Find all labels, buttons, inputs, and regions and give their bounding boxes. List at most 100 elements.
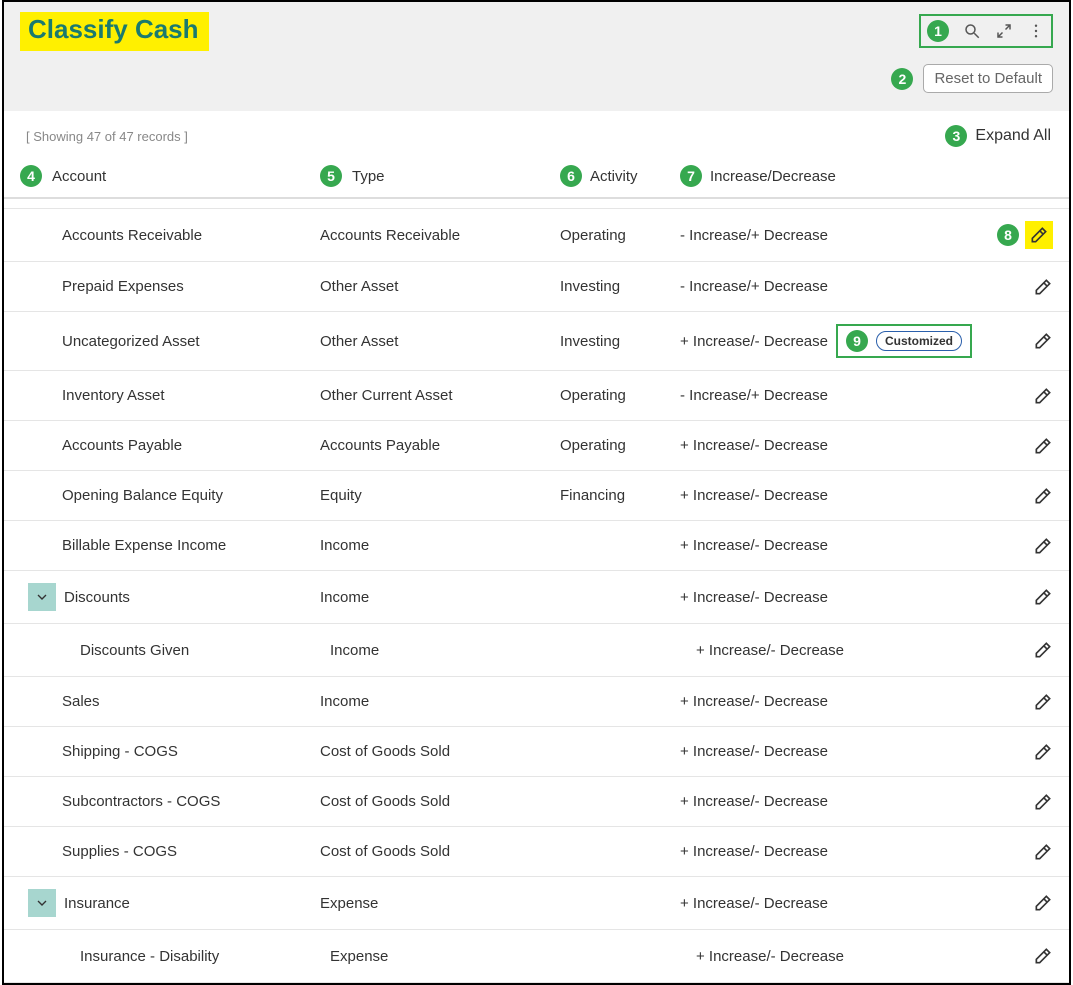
- header-bar: Classify Cash 1 2 Reset to Default: [4, 2, 1069, 111]
- account-name: Accounts Receivable: [20, 227, 202, 244]
- account-name: Discounts Given: [20, 642, 189, 659]
- expand-all-control[interactable]: 3 Expand All: [945, 125, 1051, 147]
- more-menu-icon[interactable]: [1027, 22, 1045, 40]
- edit-icon[interactable]: [1033, 842, 1053, 862]
- activity-cell: Operating: [560, 437, 680, 454]
- edit-icon[interactable]: [1033, 536, 1053, 556]
- table-row: Sales Income + Increase/- Decrease: [4, 677, 1069, 727]
- account-name: Supplies - COGS: [20, 843, 177, 860]
- edit-icon[interactable]: [1033, 486, 1053, 506]
- account-name: Insurance - Disability: [20, 948, 219, 965]
- incdec-cell: + Increase/- Decrease: [680, 895, 828, 912]
- column-activity[interactable]: Activity: [590, 168, 638, 185]
- edit-icon[interactable]: [1033, 277, 1053, 297]
- type-cell: Accounts Receivable: [320, 227, 560, 244]
- incdec-cell: + Increase/- Decrease: [680, 693, 828, 710]
- callout-1: 1: [927, 20, 949, 42]
- column-header-row: 4 Account 5 Type 6 Activity 7 Increase/D…: [4, 155, 1069, 199]
- activity-cell: Operating: [560, 387, 680, 404]
- toolbar-callout-frame: 1: [919, 14, 1053, 48]
- chevron-down-icon[interactable]: [28, 583, 56, 611]
- type-cell: Income: [320, 589, 560, 606]
- edit-icon[interactable]: [1033, 742, 1053, 762]
- record-count: [ Showing 47 of 47 records ]: [26, 129, 188, 144]
- activity-cell: Operating: [560, 227, 680, 244]
- chevron-down-icon[interactable]: [28, 889, 56, 917]
- table-row: Accounts ReceivableAccounts ReceivableOp…: [4, 209, 1069, 262]
- type-cell: Cost of Goods Sold: [320, 743, 560, 760]
- type-cell: Other Asset: [320, 333, 560, 350]
- table-row: Uncategorized Asset Other AssetInvesting+…: [4, 312, 1069, 371]
- callout-8: 8: [997, 224, 1019, 246]
- type-cell: Other Asset: [320, 278, 560, 295]
- account-name: Sales: [20, 693, 100, 710]
- account-name: Prepaid Expenses: [20, 278, 184, 295]
- type-cell: Accounts Payable: [320, 437, 560, 454]
- incdec-cell: - Increase/+ Decrease: [680, 387, 828, 404]
- edit-icon[interactable]: [1033, 331, 1053, 351]
- column-account[interactable]: Account: [52, 168, 106, 185]
- edit-icon[interactable]: [1033, 946, 1053, 966]
- account-name: Discounts: [64, 589, 130, 606]
- table-row: Discounts GivenIncome+ Increase/- Decrea…: [4, 624, 1069, 677]
- incdec-cell: + Increase/- Decrease: [680, 843, 828, 860]
- activity-cell: Investing: [560, 278, 680, 295]
- table-row: Insurance - Disability Expense + Increase/…: [4, 930, 1069, 983]
- type-cell: Cost of Goods Sold: [320, 843, 560, 860]
- type-cell: Income: [320, 693, 560, 710]
- type-cell: Equity: [320, 487, 560, 504]
- type-cell: Other Current Asset: [320, 387, 560, 404]
- search-icon[interactable]: [963, 22, 981, 40]
- edit-icon[interactable]: [1033, 893, 1053, 913]
- activity-cell: Investing: [560, 333, 680, 350]
- table-row: Supplies - COGS Cost of Goods Sold + Incre…: [4, 827, 1069, 877]
- account-name: Opening Balance Equity: [20, 487, 223, 504]
- type-cell: Cost of Goods Sold: [320, 793, 560, 810]
- expand-icon[interactable]: [995, 22, 1013, 40]
- incdec-cell: - Increase/+ Decrease: [680, 278, 828, 295]
- column-incdec[interactable]: Increase/Decrease: [710, 168, 836, 185]
- table-row: Insurance Expense + Increase/- Decrease: [4, 877, 1069, 930]
- incdec-cell: + Increase/- Decrease: [680, 642, 844, 659]
- account-name: Insurance: [64, 895, 130, 912]
- incdec-cell: + Increase/- Decrease: [680, 537, 828, 554]
- incdec-cell: + Increase/- Decrease: [680, 948, 844, 965]
- incdec-cell: + Increase/- Decrease: [680, 589, 828, 606]
- callout-9: 9: [846, 330, 868, 352]
- edit-icon[interactable]: [1029, 225, 1049, 245]
- callout-7: 7: [680, 165, 702, 187]
- edit-icon[interactable]: [1033, 640, 1053, 660]
- type-cell: Income: [320, 537, 560, 554]
- edit-icon[interactable]: [1033, 692, 1053, 712]
- account-name: Uncategorized Asset: [20, 333, 200, 350]
- table-row: Subcontractors - COGSCost of Goods Sold+…: [4, 777, 1069, 827]
- customized-badge: Customized: [876, 331, 962, 351]
- type-cell: Expense: [320, 895, 560, 912]
- table-row: Inventory Asset Other Current AssetOperat…: [4, 371, 1069, 421]
- account-name: Accounts Payable: [20, 437, 182, 454]
- account-name: Subcontractors - COGS: [20, 793, 220, 810]
- callout-3: 3: [945, 125, 967, 147]
- reset-to-default-button[interactable]: Reset to Default: [923, 64, 1053, 93]
- incdec-cell: + Increase/- Decrease: [680, 437, 828, 454]
- title-highlight: Classify Cash: [20, 12, 209, 51]
- callout-4: 4: [20, 165, 42, 187]
- account-name: Shipping - COGS: [20, 743, 178, 760]
- reset-row: 2 Reset to Default: [891, 64, 1053, 93]
- incdec-cell: - Increase/+ Decrease: [680, 227, 828, 244]
- edit-icon[interactable]: [1033, 386, 1053, 406]
- callout-6: 6: [560, 165, 582, 187]
- column-type[interactable]: Type: [352, 168, 385, 185]
- type-cell: Expense: [320, 948, 560, 965]
- incdec-cell: + Increase/- Decrease: [680, 333, 828, 350]
- table-row: Discounts Income + Increase/- Decrease: [4, 571, 1069, 624]
- incdec-cell: + Increase/- Decrease: [680, 487, 828, 504]
- account-name: Billable Expense Income: [20, 537, 226, 554]
- callout-2: 2: [891, 68, 913, 90]
- table-row: Shipping - COGS Cost of Goods Sold + Incre…: [4, 727, 1069, 777]
- edit-icon[interactable]: [1033, 587, 1053, 607]
- account-name: Inventory Asset: [20, 387, 165, 404]
- incdec-cell: + Increase/- Decrease: [680, 743, 828, 760]
- edit-icon[interactable]: [1033, 792, 1053, 812]
- edit-icon[interactable]: [1033, 436, 1053, 456]
